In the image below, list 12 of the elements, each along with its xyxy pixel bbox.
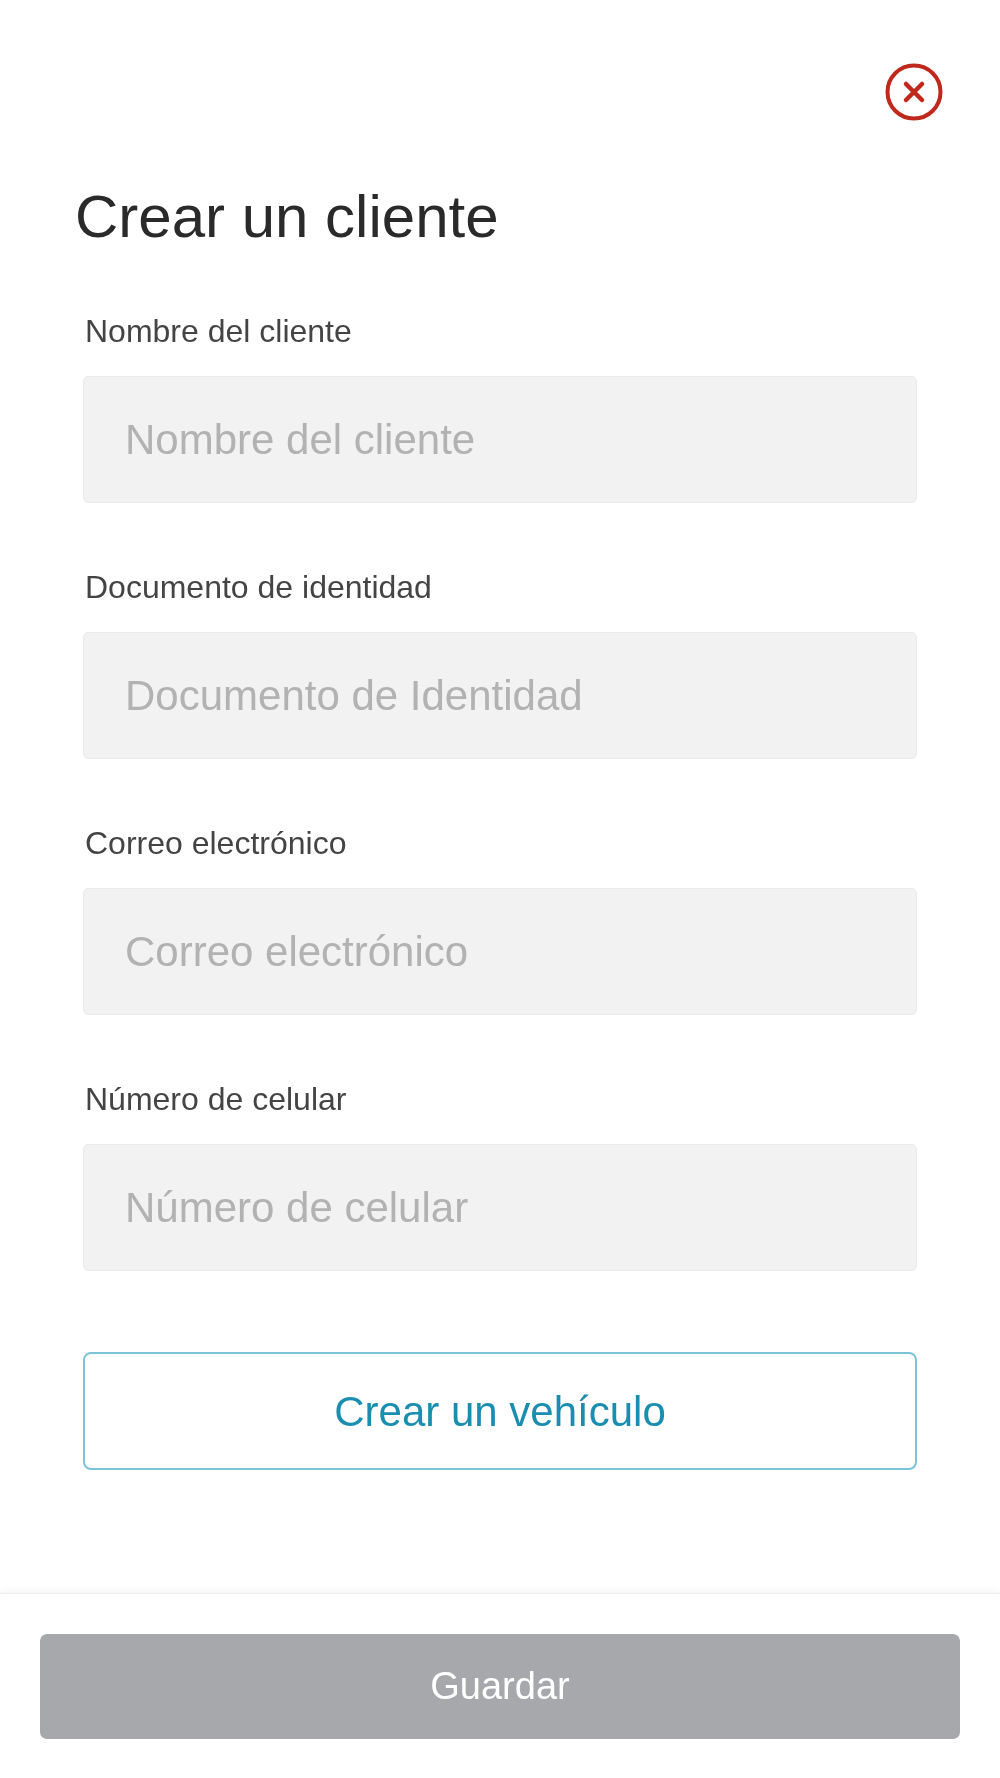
create-vehicle-button[interactable]: Crear un vehículo bbox=[83, 1352, 917, 1470]
dialog-title: Crear un cliente bbox=[75, 187, 499, 247]
close-button[interactable] bbox=[885, 63, 943, 121]
input-field[interactable]: Nombre del cliente bbox=[83, 376, 917, 503]
field-label: Documento de identidad bbox=[85, 571, 432, 603]
input-field[interactable]: Número de celular bbox=[83, 1144, 917, 1271]
field-label: Número de celular bbox=[85, 1083, 347, 1115]
field-label: Correo electrónico bbox=[85, 827, 347, 859]
field-label: Nombre del cliente bbox=[85, 315, 352, 347]
input-field[interactable]: Documento de Identidad bbox=[83, 632, 917, 759]
input-field[interactable]: Correo electrónico bbox=[83, 888, 917, 1015]
close-icon bbox=[885, 63, 943, 121]
